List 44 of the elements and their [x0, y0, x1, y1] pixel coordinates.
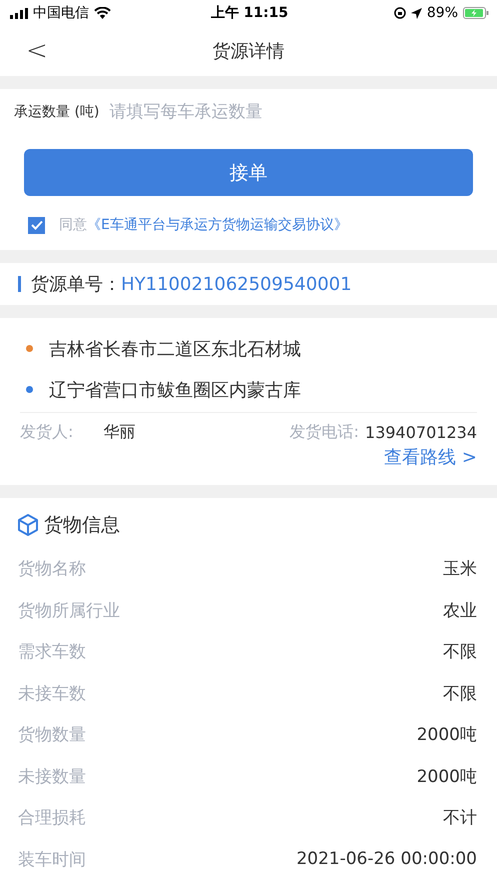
shipper-name: 华丽	[103, 422, 136, 442]
cube-icon	[18, 514, 38, 536]
field-label: 货物数量	[18, 724, 86, 746]
phone-number: 13940701234	[365, 422, 477, 442]
wifi-icon	[94, 7, 111, 19]
phone-label: 发货电话:	[290, 422, 360, 442]
battery-icon	[463, 7, 489, 19]
order-number: HY110021062509540001	[121, 274, 352, 294]
order-number-label: 货源单号：	[31, 273, 121, 296]
location-arrow-icon	[410, 8, 422, 18]
section-title: 货物信息	[44, 513, 120, 538]
field-label: 未接数量	[18, 766, 86, 788]
view-route-link[interactable]: 查看路线 >	[384, 445, 477, 469]
field-label: 装车时间	[18, 848, 86, 871]
field-value: 2000吨	[416, 766, 477, 788]
field-label: 货物名称	[18, 558, 86, 580]
field-label: 合理损耗	[18, 807, 86, 830]
accept-order-button[interactable]: 接单	[24, 149, 473, 196]
back-button[interactable]: <	[26, 36, 48, 66]
field-value: 2021-06-26 00:00:00	[296, 849, 477, 870]
stop-address: 辽宁省营口市鲅鱼圈区内蒙古库	[49, 378, 301, 402]
signal-icon	[10, 8, 28, 18]
field-value: 农业	[443, 600, 477, 622]
carrier-name: 中国电信	[33, 4, 89, 22]
agreement-checkbox[interactable]	[28, 216, 45, 234]
field-value: 不计	[443, 807, 477, 830]
field-value: 不限	[443, 682, 477, 705]
rotation-lock-icon	[394, 7, 406, 19]
stop-address: 吉林省长春市二道区东北石材城	[49, 338, 301, 360]
field-label: 未接车数	[18, 682, 86, 705]
quantity-label: 承运数量 (吨)	[14, 103, 100, 121]
page-title: 货源详情	[212, 40, 284, 63]
field-value: 玉米	[443, 558, 477, 580]
field-value: 2000吨	[416, 724, 477, 746]
field-label: 货物所属行业	[18, 600, 120, 622]
accent-bar	[18, 276, 21, 292]
status-time: 上午 11:15	[210, 4, 288, 22]
field-label: 需求车数	[18, 641, 86, 664]
field-value: 不限	[443, 641, 477, 664]
agreement-link[interactable]: 《E车通平台与承运方货物运输交易协议》	[87, 216, 348, 234]
shipper-label: 发货人:	[20, 422, 74, 442]
quantity-input[interactable]: 请填写每车承运数量	[107, 101, 473, 123]
battery-percent: 89%	[426, 5, 458, 21]
agreement-text: 同意	[59, 216, 87, 234]
